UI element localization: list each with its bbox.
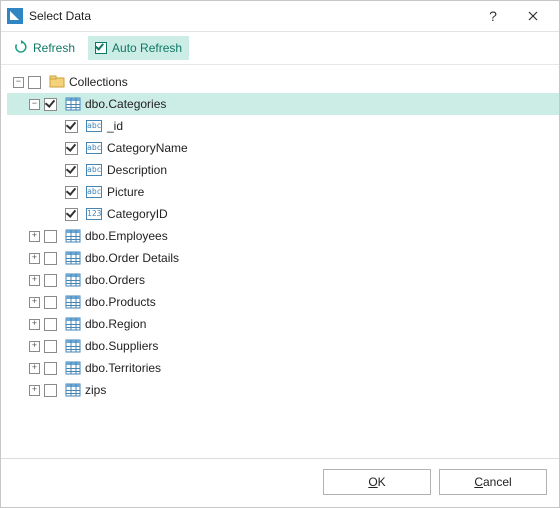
checkbox[interactable]	[44, 252, 57, 265]
field-label: CategoryName	[107, 141, 188, 155]
close-button[interactable]	[513, 1, 553, 31]
table-icon	[65, 382, 81, 398]
auto-refresh-toggle[interactable]: Auto Refresh	[88, 36, 189, 60]
type-number-icon: 123	[86, 208, 102, 220]
toolbar: Refresh Auto Refresh	[1, 32, 559, 65]
folder-icon	[49, 74, 65, 90]
titlebar: Select Data ?	[1, 1, 559, 32]
type-text-icon: abc	[86, 120, 102, 132]
tree-node-orders[interactable]: + dbo.Orders	[7, 269, 559, 291]
expander-icon[interactable]: +	[29, 385, 40, 396]
table-icon	[65, 228, 81, 244]
cancel-button[interactable]: Cancel	[439, 469, 547, 495]
refresh-button[interactable]: Refresh	[7, 36, 82, 60]
tree-node-territories[interactable]: + dbo.Territories	[7, 357, 559, 379]
table-icon	[65, 316, 81, 332]
node-label: Collections	[69, 75, 128, 89]
checkbox[interactable]	[44, 98, 57, 111]
field-label: Description	[107, 163, 167, 177]
tree-field[interactable]: abc CategoryName	[7, 137, 559, 159]
dialog-footer: OK Cancel	[1, 458, 559, 507]
table-icon	[65, 96, 81, 112]
checkbox[interactable]	[44, 318, 57, 331]
tree-node-categories[interactable]: − dbo.Categories	[7, 93, 559, 115]
tree-field[interactable]: abc _id	[7, 115, 559, 137]
checkbox[interactable]	[28, 76, 41, 89]
expander-icon[interactable]: −	[13, 77, 24, 88]
node-label: dbo.Territories	[85, 361, 161, 375]
ok-button[interactable]: OK	[323, 469, 431, 495]
tree-field[interactable]: abc Description	[7, 159, 559, 181]
expander-icon[interactable]: +	[29, 297, 40, 308]
tree-view[interactable]: − Collections −	[1, 65, 559, 458]
expander-icon[interactable]: +	[29, 363, 40, 374]
node-label: dbo.Suppliers	[85, 339, 158, 353]
tree-node-zips[interactable]: + zips	[7, 379, 559, 401]
tree-node-collections[interactable]: − Collections	[7, 71, 559, 93]
cancel-accelerator: C	[474, 475, 483, 489]
field-label: CategoryID	[107, 207, 168, 221]
node-label: zips	[85, 383, 106, 397]
node-label: dbo.Categories	[85, 97, 166, 111]
expander-icon[interactable]: +	[29, 253, 40, 264]
table-icon	[65, 360, 81, 376]
tree-node-employees[interactable]: + dbo.Employees	[7, 225, 559, 247]
expander-icon[interactable]: +	[29, 341, 40, 352]
expander-icon[interactable]: +	[29, 231, 40, 242]
tree-field[interactable]: 123 CategoryID	[7, 203, 559, 225]
tree-node-suppliers[interactable]: + dbo.Suppliers	[7, 335, 559, 357]
checkbox[interactable]	[44, 296, 57, 309]
select-data-dialog: Select Data ? Refresh Auto Refresh	[0, 0, 560, 508]
checkbox[interactable]	[44, 274, 57, 287]
window-title: Select Data	[29, 9, 473, 23]
checkbox[interactable]	[44, 362, 57, 375]
checkbox[interactable]	[65, 120, 78, 133]
table-icon	[65, 338, 81, 354]
type-text-icon: abc	[86, 142, 102, 154]
node-label: dbo.Products	[85, 295, 156, 309]
help-button[interactable]: ?	[473, 1, 513, 31]
cancel-rest: ancel	[483, 475, 512, 489]
ok-accelerator: O	[368, 475, 377, 489]
app-icon	[7, 8, 23, 24]
field-label: Picture	[107, 185, 144, 199]
type-text-icon: abc	[86, 164, 102, 176]
checkbox[interactable]	[65, 142, 78, 155]
table-icon	[65, 272, 81, 288]
node-label: dbo.Region	[85, 317, 146, 331]
expander-icon[interactable]: +	[29, 319, 40, 330]
tree-node-region[interactable]: + dbo.Region	[7, 313, 559, 335]
refresh-icon	[14, 40, 28, 57]
type-text-icon: abc	[86, 186, 102, 198]
checkbox[interactable]	[44, 340, 57, 353]
checkbox[interactable]	[65, 186, 78, 199]
checkbox[interactable]	[65, 208, 78, 221]
refresh-label: Refresh	[33, 41, 75, 55]
node-label: dbo.Order Details	[85, 251, 179, 265]
checkbox[interactable]	[44, 230, 57, 243]
checkbox[interactable]	[65, 164, 78, 177]
table-icon	[65, 294, 81, 310]
node-label: dbo.Orders	[85, 273, 145, 287]
ok-rest: K	[378, 475, 386, 489]
checkbox-icon	[95, 42, 107, 54]
table-icon	[65, 250, 81, 266]
expander-icon[interactable]: −	[29, 99, 40, 110]
node-label: dbo.Employees	[85, 229, 168, 243]
checkbox[interactable]	[44, 384, 57, 397]
tree-node-order-details[interactable]: + dbo.Order Details	[7, 247, 559, 269]
tree-node-products[interactable]: + dbo.Products	[7, 291, 559, 313]
auto-refresh-label: Auto Refresh	[112, 41, 182, 55]
field-label: _id	[107, 119, 123, 133]
tree-field[interactable]: abc Picture	[7, 181, 559, 203]
expander-icon[interactable]: +	[29, 275, 40, 286]
